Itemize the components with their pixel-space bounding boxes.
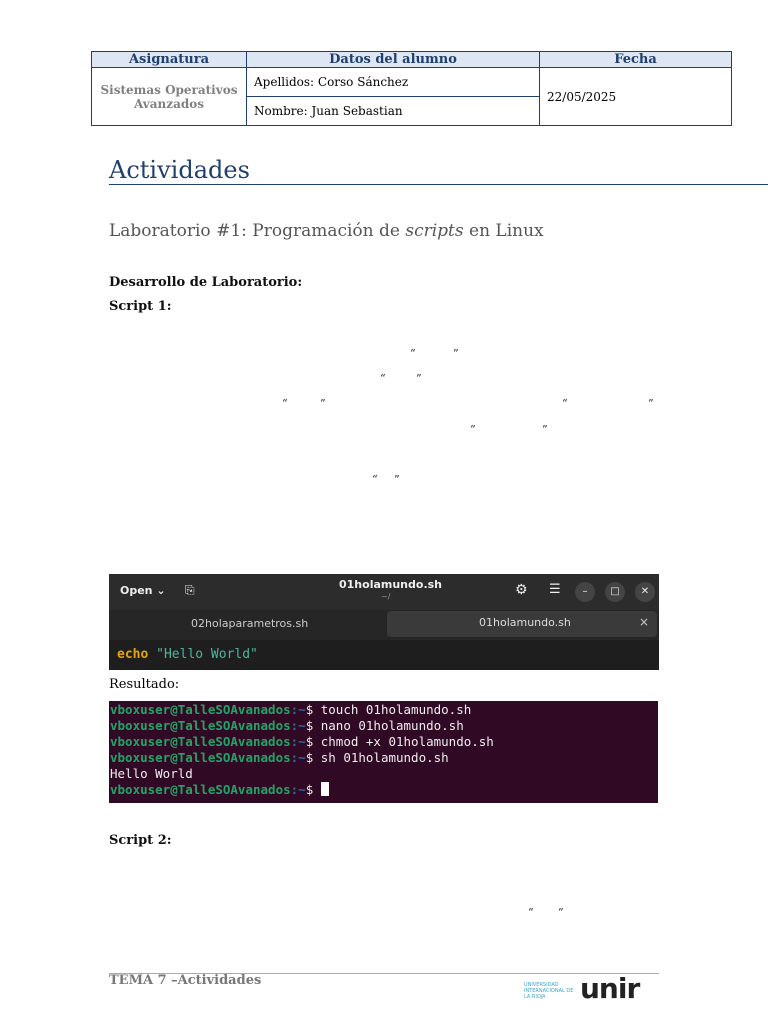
quote: “ [380,372,386,385]
command: $ [305,782,321,797]
lab-title-post: en Linux [463,221,544,241]
open-label: Open [120,584,153,597]
prompt-path: :~ [290,750,306,765]
prompt-path: :~ [290,702,306,717]
footer-text: TEMA 7 –Actividades [109,973,262,988]
col-date: Fecha [539,51,732,68]
quote: “ [372,473,378,486]
dev-heading: Desarrollo de Laboratorio: [109,275,303,290]
tab-02holaparametros[interactable]: 02holaparametros.sh [191,617,308,630]
script1-heading: Script 1: [109,299,172,314]
col-student: Datos del alumno [246,51,540,68]
quote: ” [648,397,654,410]
editor-title: 01holamundo.sh [339,578,443,591]
quote: “ [562,397,568,410]
lab-title-pre: Laboratorio #1: Programación de [109,221,406,241]
quote: ” [416,372,422,385]
open-button[interactable]: Open ⌄ [120,584,166,597]
minimize-icon[interactable]: – [575,582,595,602]
prompt: vboxuser@TalleSOAvanados [110,782,291,797]
unir-logo: unir [580,972,640,1005]
menu-icon[interactable]: ☰ [549,582,561,597]
surname: Apellidos: Corso Sánchez [246,67,540,97]
title-rule [109,184,768,185]
date: 22/05/2025 [539,67,732,126]
col-subject: Asignatura [91,51,247,68]
prompt: vboxuser@TalleSOAvanados [110,702,291,717]
code-keyword: echo [117,647,149,662]
subject: Sistemas Operativos Avanzados [91,67,247,126]
quote: ” [320,397,326,410]
prompt-path: :~ [290,782,306,797]
editor-tabs: 02holaparametros.sh 01holamundo.sh × [109,610,659,640]
code-area[interactable]: echo "Hello World" [109,640,659,670]
text-editor-screenshot: Open ⌄ ⎘ 01holamundo.sh ~/ ⚙ ☰ – □ ✕ 02h… [109,574,659,670]
code-string: "Hello World" [156,647,258,662]
editor-titlebar: Open ⌄ ⎘ 01holamundo.sh ~/ ⚙ ☰ – □ ✕ [109,574,659,610]
prompt-path: :~ [290,718,306,733]
quote: “ [470,423,476,436]
quote: ” [558,906,564,919]
header-table: Asignatura Datos del alumno Fecha Sistemas… [91,51,732,126]
script2-heading: Script 2: [109,833,172,848]
terminal-output: Hello World [110,766,193,781]
command: $ chmod +x 01holamundo.sh [305,734,494,749]
command: $ touch 01holamundo.sh [305,702,472,717]
command: $ sh 01holamundo.sh [305,750,449,765]
terminal-line: vboxuser@TalleSOAvanados:~$ [110,782,658,798]
command: $ nano 01holamundo.sh [305,718,464,733]
terminal-screenshot: vboxuser@TalleSOAvanados:~$ touch 01hola… [109,701,658,803]
quote: “ [528,906,534,919]
maximize-icon[interactable]: □ [605,582,625,602]
prompt: vboxuser@TalleSOAvanados [110,718,291,733]
terminal-line: vboxuser@TalleSOAvanados:~$ sh 01holamun… [110,750,658,766]
quote: “ [282,397,288,410]
result-label: Resultado: [109,677,180,692]
quote: ” [394,473,400,486]
page-title: Actividades [109,156,250,184]
prompt: vboxuser@TalleSOAvanados [110,734,291,749]
tab-close-icon[interactable]: × [639,615,649,629]
student-name: Nombre: Juan Sebastian [246,96,540,126]
quote: ” [453,347,459,360]
quote: ” [542,423,548,436]
editor-subtitle: ~/ [381,592,391,601]
prompt-path: :~ [290,734,306,749]
chevron-down-icon: ⌄ [156,584,166,597]
close-icon[interactable]: ✕ [635,582,655,602]
terminal-line: vboxuser@TalleSOAvanados:~$ nano 01holam… [110,718,658,734]
new-tab-icon[interactable]: ⎘ [185,583,195,598]
terminal-line: vboxuser@TalleSOAvanados:~$ touch 01hola… [110,702,658,718]
lab-title: Laboratorio #1: Programación de scripts … [109,221,544,241]
unir-logo-subtitle: UNIVERSIDAD INTERNACIONAL DE LA RIOJA [524,982,574,1000]
prompt: vboxuser@TalleSOAvanados [110,750,291,765]
lab-title-em: scripts [405,221,464,241]
settings-icon[interactable]: ⚙ [515,582,528,598]
tab-01holamundo[interactable]: 01holamundo.sh × [387,611,657,637]
terminal-line: vboxuser@TalleSOAvanados:~$ chmod +x 01h… [110,734,658,750]
quote: “ [410,347,416,360]
tab-label: 01holamundo.sh [479,616,571,629]
cursor [320,782,329,796]
